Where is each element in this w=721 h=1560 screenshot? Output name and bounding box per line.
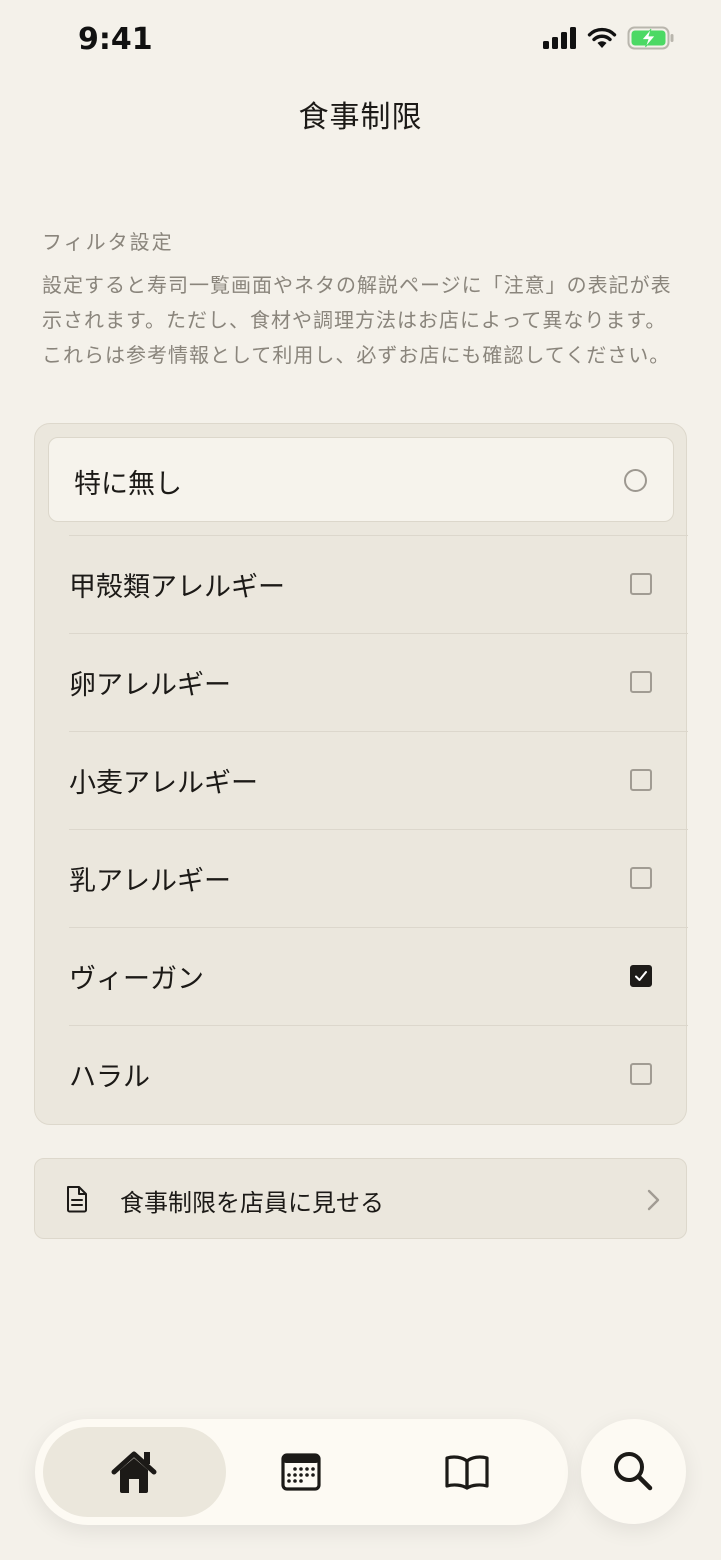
option-egg-allergy[interactable]: 卵アレルギー — [69, 633, 688, 731]
divider — [69, 1025, 688, 1026]
option-halal[interactable]: ハラル — [69, 1025, 688, 1123]
checkbox[interactable] — [630, 769, 652, 791]
option-none[interactable]: 特に無し — [48, 437, 674, 522]
tab-guide[interactable] — [432, 1437, 504, 1507]
option-milk-allergy[interactable]: 乳アレルギー — [69, 829, 688, 927]
show-to-staff-label: 食事制限を店員に見せる — [120, 1189, 384, 1217]
option-label: ヴィーガン — [69, 964, 204, 995]
checkbox[interactable] — [630, 1063, 652, 1085]
cellular-signal-icon — [543, 27, 576, 49]
section-label: フィルタ設定 — [42, 230, 174, 254]
option-label: 卵アレルギー — [69, 670, 231, 701]
option-label: 特に無し — [74, 469, 182, 500]
tab-bar — [35, 1419, 568, 1525]
book-icon — [445, 1455, 489, 1490]
status-icons — [543, 26, 675, 50]
option-crustacean-allergy[interactable]: 甲殻類アレルギー — [69, 535, 688, 633]
search-icon — [614, 1452, 653, 1491]
section-description: 設定すると寿司一覧画面やネタの解説ページに「注意」の表記が表示されます。ただし、… — [42, 273, 672, 367]
checkbox-checked[interactable] — [630, 965, 652, 987]
divider — [69, 731, 688, 732]
option-wheat-allergy[interactable]: 小麦アレルギー — [69, 731, 688, 829]
tab-home[interactable] — [43, 1427, 226, 1517]
tab-calendar[interactable] — [265, 1437, 337, 1507]
chevron-right-icon — [647, 1189, 660, 1211]
checkbox[interactable] — [630, 573, 652, 595]
calendar-icon — [281, 1453, 321, 1491]
checkbox[interactable] — [630, 671, 652, 693]
show-to-staff-button[interactable]: 食事制限を店員に見せる — [34, 1158, 687, 1239]
checkmark-icon — [635, 971, 647, 981]
divider — [69, 633, 688, 634]
search-button[interactable] — [581, 1419, 686, 1524]
status-bar: 9:41 — [0, 0, 721, 80]
document-icon — [67, 1186, 87, 1213]
status-time: 9:41 — [78, 22, 153, 57]
option-vegan[interactable]: ヴィーガン — [69, 927, 688, 1025]
option-label: 乳アレルギー — [69, 866, 231, 897]
option-label: 甲殻類アレルギー — [69, 572, 285, 603]
options-card: 特に無し 甲殻類アレルギー 卵アレルギー 小麦アレルギー 乳アレルギー ヴィーガ… — [34, 423, 688, 1125]
home-icon — [111, 1451, 157, 1493]
battery-charging-icon — [627, 26, 674, 50]
divider — [69, 927, 688, 928]
radio-button[interactable] — [624, 469, 647, 492]
checkbox[interactable] — [630, 867, 652, 889]
divider — [69, 535, 688, 536]
option-label: ハラル — [69, 1062, 150, 1093]
divider — [69, 829, 688, 830]
page-title: 食事制限 — [298, 100, 423, 135]
option-label: 小麦アレルギー — [69, 768, 258, 799]
wifi-icon — [587, 27, 617, 48]
